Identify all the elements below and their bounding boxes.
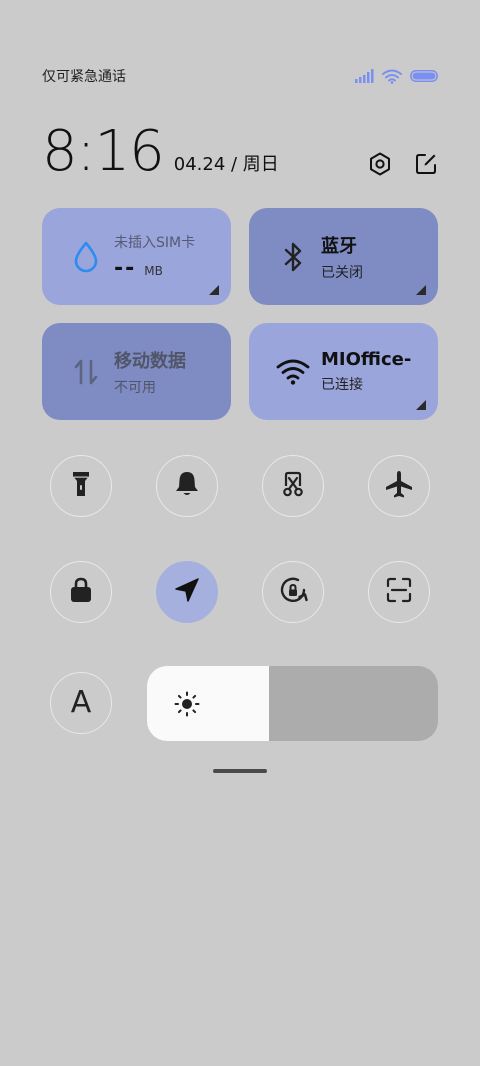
flashlight-button[interactable] bbox=[50, 455, 112, 517]
location-icon bbox=[174, 577, 200, 607]
data-usage-unit: MB bbox=[144, 264, 163, 278]
scan-icon bbox=[385, 576, 413, 608]
settings-button[interactable] bbox=[368, 152, 392, 180]
sim-status: 未插入SIM卡 bbox=[114, 235, 196, 251]
font-size-button[interactable]: A bbox=[50, 672, 112, 734]
mobile-data-tile[interactable]: 移动数据 不可用 bbox=[42, 323, 231, 420]
wifi-tile[interactable]: MIOffice- 已连接 bbox=[249, 323, 438, 420]
quick-tiles: 未插入SIM卡 -- MB 蓝牙 已关闭 移动数据 不可用 MIOffice- … bbox=[42, 208, 438, 420]
time-row: 8:16 04.24 / 周日 bbox=[42, 118, 438, 182]
date: 04.24 / 周日 bbox=[173, 154, 279, 175]
wifi-icon bbox=[382, 69, 402, 84]
wifi-tile-icon bbox=[271, 350, 315, 394]
mobile-data-title: 移动数据 bbox=[114, 350, 186, 372]
signal-icon bbox=[354, 69, 374, 83]
data-usage-value: -- bbox=[114, 256, 137, 281]
brightness-slider[interactable] bbox=[147, 666, 438, 741]
mobile-data-text: 移动数据 不可用 bbox=[114, 347, 186, 397]
expand-corner-icon bbox=[416, 285, 426, 295]
clock: 8:16 bbox=[42, 119, 165, 184]
wifi-network-name: MIOffice- bbox=[321, 349, 412, 370]
water-drop-icon bbox=[64, 235, 108, 279]
bluetooth-tile[interactable]: 蓝牙 已关闭 bbox=[249, 208, 438, 305]
bluetooth-status: 已关闭 bbox=[321, 264, 363, 281]
battery-icon bbox=[410, 70, 438, 82]
airplane-mode-button[interactable] bbox=[368, 455, 430, 517]
bell-icon bbox=[174, 470, 200, 502]
gear-icon bbox=[368, 152, 392, 180]
lock-screen-button[interactable] bbox=[50, 561, 112, 623]
data-usage-value-row: -- MB bbox=[114, 256, 195, 281]
mobile-data-arrows-icon bbox=[64, 350, 108, 394]
brightness-level bbox=[147, 666, 270, 741]
screenshot-icon bbox=[279, 470, 307, 502]
lock-icon bbox=[69, 576, 93, 608]
scan-button[interactable] bbox=[368, 561, 430, 623]
sun-icon bbox=[173, 690, 201, 722]
toggle-row-1 bbox=[50, 455, 430, 517]
expand-corner-icon bbox=[209, 285, 219, 295]
bluetooth-icon bbox=[271, 235, 315, 279]
drag-handle[interactable] bbox=[213, 769, 267, 773]
status-bar: 仅可紧急通话 bbox=[42, 64, 438, 88]
toggle-row-2 bbox=[50, 561, 430, 623]
status-icons bbox=[354, 69, 438, 84]
bluetooth-title: 蓝牙 bbox=[321, 235, 357, 257]
edit-icon bbox=[414, 152, 438, 180]
header-actions bbox=[368, 152, 438, 180]
airplane-icon bbox=[384, 469, 414, 503]
expand-corner-icon bbox=[416, 400, 426, 410]
font-size-row: A bbox=[50, 672, 112, 734]
screenshot-button[interactable] bbox=[262, 455, 324, 517]
edit-button[interactable] bbox=[414, 154, 438, 178]
font-size-label: A bbox=[70, 685, 92, 720]
data-usage-text: 未插入SIM卡 -- MB bbox=[114, 232, 195, 281]
wifi-text: MIOffice- 已连接 bbox=[321, 349, 411, 394]
bluetooth-text: 蓝牙 已关闭 bbox=[321, 232, 363, 282]
rotation-lock-button[interactable] bbox=[262, 561, 324, 623]
wifi-status: 已连接 bbox=[321, 377, 363, 393]
rotation-lock-icon bbox=[277, 574, 309, 610]
flashlight-icon bbox=[69, 470, 93, 502]
data-usage-tile[interactable]: 未插入SIM卡 -- MB bbox=[42, 208, 231, 305]
carrier-status: 仅可紧急通话 bbox=[42, 69, 126, 85]
ring-mode-button[interactable] bbox=[156, 455, 218, 517]
location-button[interactable] bbox=[156, 561, 218, 623]
mobile-data-status: 不可用 bbox=[114, 379, 156, 396]
